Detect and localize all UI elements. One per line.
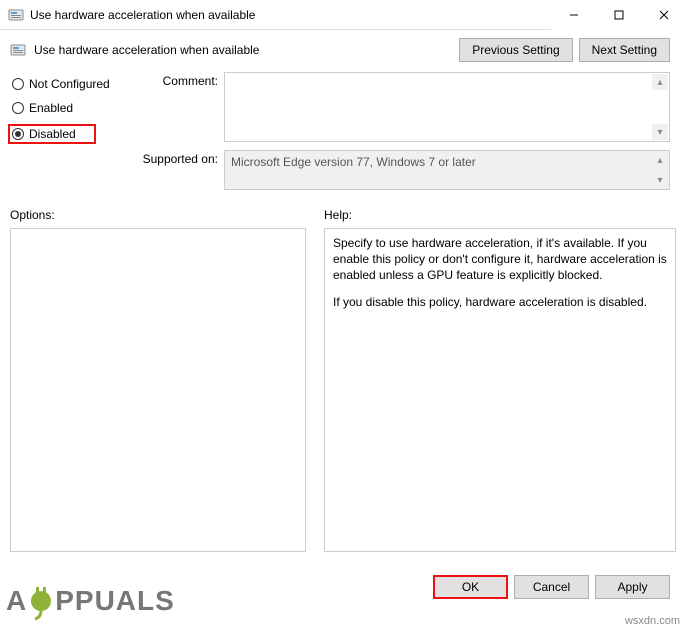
supported-on-text: Microsoft Edge version 77, Windows 7 or … — [231, 155, 476, 169]
radio-label: Not Configured — [29, 77, 110, 91]
brand-post: PPUALS — [55, 585, 175, 616]
supported-on-label: Supported on: — [132, 150, 224, 190]
header-row: Use hardware acceleration when available… — [0, 30, 686, 66]
scroll-up-icon[interactable]: ▴ — [652, 74, 668, 90]
watermark-brand: A PPUALS — [6, 581, 175, 619]
brand-pre: A — [6, 585, 27, 616]
help-panel: Specify to use hardware acceleration, if… — [324, 228, 676, 552]
supported-on-value: Microsoft Edge version 77, Windows 7 or … — [224, 150, 670, 190]
help-paragraph: Specify to use hardware acceleration, if… — [333, 235, 667, 284]
ok-button[interactable]: OK — [433, 575, 508, 599]
minimize-button[interactable] — [551, 0, 596, 30]
help-paragraph: If you disable this policy, hardware acc… — [333, 294, 667, 310]
window-title: Use hardware acceleration when available — [30, 8, 551, 22]
radio-icon — [12, 102, 24, 114]
window-controls — [551, 0, 686, 30]
radio-not-configured[interactable]: Not Configured — [10, 76, 120, 92]
radio-disabled[interactable]: Disabled — [8, 124, 96, 144]
policy-icon — [10, 42, 26, 58]
policy-icon — [8, 7, 24, 23]
cancel-button[interactable]: Cancel — [514, 575, 589, 599]
options-panel — [10, 228, 306, 552]
options-label: Options: — [10, 206, 306, 228]
plug-icon — [27, 583, 55, 621]
policy-title: Use hardware acceleration when available — [34, 43, 259, 57]
lower-panels: Options: Help: Specify to use hardware a… — [0, 202, 686, 552]
close-button[interactable] — [641, 0, 686, 30]
config-area: Not Configured Enabled Disabled Comment:… — [0, 66, 686, 202]
next-setting-button[interactable]: Next Setting — [579, 38, 670, 62]
maximize-button[interactable] — [596, 0, 641, 30]
watermark-site: wsxdn.com — [625, 615, 680, 627]
scroll-down-icon[interactable]: ▾ — [652, 124, 668, 140]
radio-enabled[interactable]: Enabled — [10, 100, 120, 116]
comment-input[interactable]: ▴ ▾ — [224, 72, 670, 142]
radio-icon — [12, 78, 24, 90]
dialog-footer: OK Cancel Apply — [433, 575, 670, 599]
help-label: Help: — [324, 206, 676, 228]
comment-label: Comment: — [132, 72, 224, 142]
radio-label: Disabled — [29, 127, 76, 141]
radio-label: Enabled — [29, 101, 73, 115]
titlebar: Use hardware acceleration when available — [0, 0, 686, 30]
radio-icon — [12, 128, 24, 140]
scroll-up-icon[interactable]: ▴ — [652, 152, 668, 168]
apply-button[interactable]: Apply — [595, 575, 670, 599]
previous-setting-button[interactable]: Previous Setting — [459, 38, 572, 62]
state-radios: Not Configured Enabled Disabled — [10, 72, 120, 152]
scroll-down-icon[interactable]: ▾ — [652, 172, 668, 188]
